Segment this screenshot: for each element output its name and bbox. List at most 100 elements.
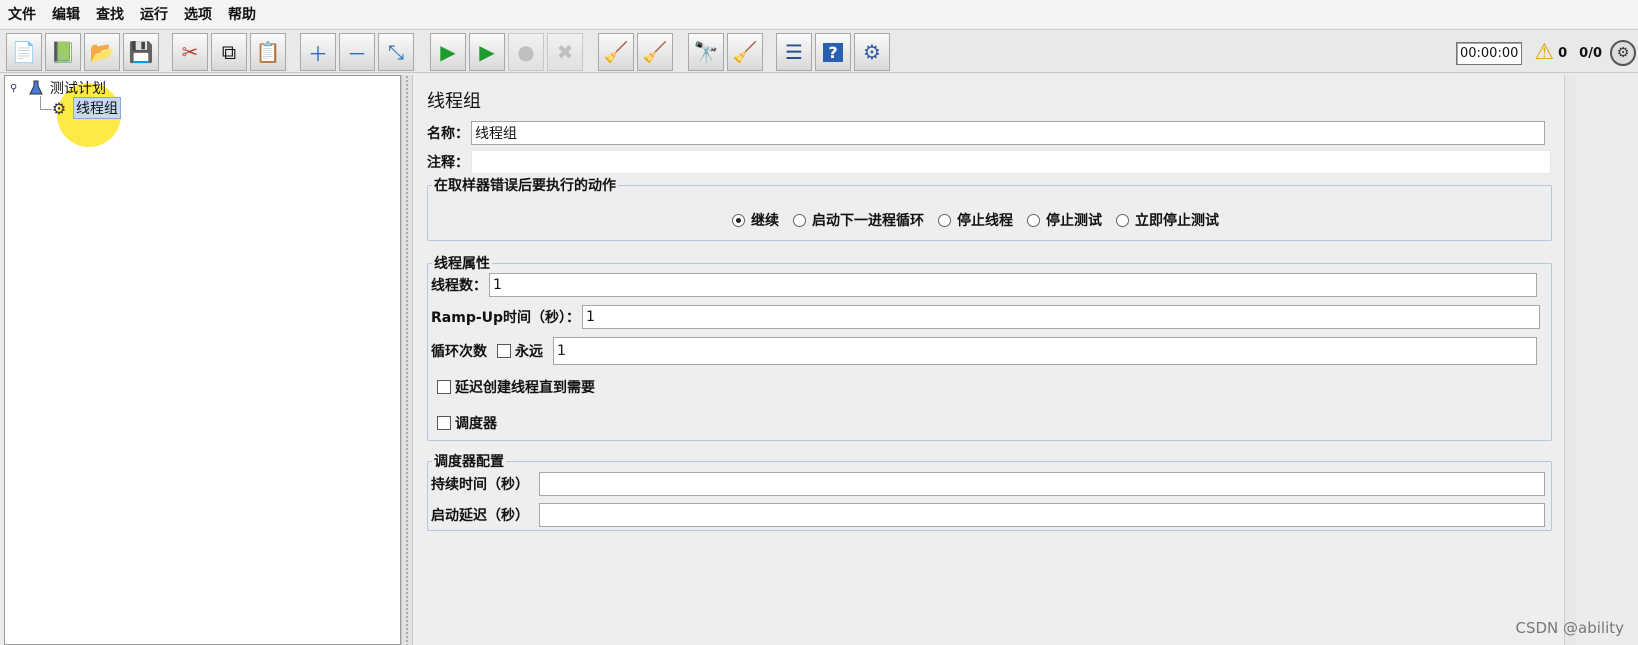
radio-label: 继续 [751, 213, 779, 229]
gear-icon: ⚙ [51, 98, 67, 118]
function-helper-button[interactable]: ☰ [776, 33, 812, 71]
radio-start-next-loop[interactable]: 启动下一进程循环 [793, 210, 924, 230]
menu-help[interactable]: 帮助 [228, 4, 256, 24]
delay-thread-row[interactable]: 延迟创建线程直到需要 [437, 377, 595, 397]
sampler-error-group: 在取样器错误后要执行的动作 [427, 175, 1552, 241]
open-button[interactable]: 📂 [84, 33, 120, 71]
test-plan-tree [4, 75, 401, 645]
start-no-pause-button[interactable]: ▶ [469, 33, 505, 71]
toolbar: 📄 📗 📂 💾 ✂ ⧉ 📋 ＋ － ⤡ ▶ ▶ ● ✖ 🧹 🧹 🔭 🧹 ☰ ? … [0, 29, 1638, 73]
start-icon: ▶ [440, 40, 456, 64]
tree-node-thread-group[interactable]: ⚙ 线程组 [51, 97, 121, 119]
open-icon: 📂 [89, 40, 115, 64]
new-icon: 📄 [11, 40, 37, 64]
comment-label: 注释： [427, 155, 469, 171]
scheduler-config-title: 调度器配置 [434, 454, 504, 470]
expand-button[interactable]: ＋ [300, 33, 336, 71]
duration-input[interactable] [539, 472, 1545, 496]
paste-button[interactable]: 📋 [250, 33, 286, 71]
menu-file[interactable]: 文件 [8, 4, 36, 24]
start-button[interactable]: ▶ [430, 33, 466, 71]
toolbar-file-group: 📄 📗 📂 💾 [6, 33, 162, 71]
clear-button[interactable]: 🧹 [598, 33, 634, 71]
watermark-text: CSDN @ability [1515, 619, 1624, 637]
rampup-label: Ramp-Up时间（秒）： [431, 310, 581, 326]
radio-continue[interactable]: 继续 [732, 210, 779, 230]
stop-button[interactable]: ● [508, 33, 544, 71]
shutdown-button[interactable]: ✖ [547, 33, 583, 71]
comment-row: 注释： [427, 150, 1551, 174]
startup-delay-label: 启动延迟（秒） [431, 508, 529, 524]
forever-checkbox[interactable] [497, 344, 511, 358]
startup-delay-input[interactable] [539, 503, 1545, 527]
remote-icon: ⚙ [863, 40, 881, 64]
templates-icon: 📗 [50, 40, 76, 64]
radio-icon [1116, 213, 1129, 227]
delay-thread-checkbox[interactable] [437, 380, 451, 394]
copy-button[interactable]: ⧉ [211, 33, 247, 71]
thread-count: 0/0 [1579, 45, 1602, 61]
loop-label: 循环次数 [431, 344, 487, 360]
threads-input[interactable] [489, 273, 1537, 297]
menu-search[interactable]: 查找 [96, 4, 124, 24]
clear-all-button[interactable]: 🧹 [637, 33, 673, 71]
search-button[interactable]: 🔭 [688, 33, 724, 71]
name-input[interactable] [471, 121, 1545, 145]
thread-properties-title: 线程属性 [434, 256, 490, 272]
jmeter-window: 文件 编辑 查找 运行 选项 帮助 📄 📗 📂 💾 ✂ ⧉ 📋 ＋ － ⤡ ▶ … [0, 0, 1638, 645]
tree-node-test-plan[interactable]: ⚲ 测试计划 [10, 78, 106, 98]
start-no-pause-icon: ▶ [479, 40, 495, 64]
help-icon: ? [823, 42, 843, 62]
menu-edit[interactable]: 编辑 [52, 4, 80, 24]
scheduler-checkbox[interactable] [437, 416, 451, 430]
scheduler-label: 调度器 [455, 416, 497, 432]
rampup-input[interactable] [582, 305, 1541, 329]
vertical-scrollbar[interactable] [1564, 75, 1576, 645]
loop-input[interactable] [553, 337, 1537, 365]
expand-icon: ＋ [308, 41, 328, 66]
radio-stop-test[interactable]: 停止测试 [1027, 210, 1102, 230]
threads-label: 线程数： [431, 278, 487, 294]
templates-button[interactable]: 📗 [45, 33, 81, 71]
clear-icon: 🧹 [603, 40, 629, 64]
warning-icon[interactable]: ⚠ [1534, 42, 1554, 64]
toolbar-edit-group: ✂ ⧉ 📋 [172, 33, 289, 71]
collapse-button[interactable]: － [339, 33, 375, 71]
tree-node-label: 测试计划 [50, 81, 106, 97]
radio-stop-test-now[interactable]: 立即停止测试 [1116, 210, 1219, 230]
split-pane-divider[interactable] [401, 75, 413, 645]
name-label: 名称： [427, 126, 469, 142]
rampup-row: Ramp-Up时间（秒）： [431, 305, 1541, 329]
paste-icon: 📋 [255, 40, 281, 64]
status-area: 00:00:00 ⚠ 0 0/0 ⚙ [1455, 38, 1636, 68]
reset-search-button[interactable]: 🧹 [727, 33, 763, 71]
function-helper-icon: ☰ [785, 40, 803, 64]
elapsed-timer: 00:00:00 [1455, 41, 1523, 65]
copy-icon: ⧉ [221, 40, 237, 64]
thread-group-editor: 线程组 名称： 注释： 在取样器错误后要执行的动作 继续 启动下一进程循环 停止… [414, 75, 1564, 645]
new-button[interactable]: 📄 [6, 33, 42, 71]
help-button[interactable]: ? [815, 33, 851, 71]
toolbar-clear-group: 🧹 🧹 [598, 33, 676, 71]
radio-label: 停止线程 [957, 213, 1013, 229]
radio-icon [1027, 213, 1040, 227]
radio-icon [793, 213, 806, 227]
menu-run[interactable]: 运行 [140, 4, 168, 24]
save-button[interactable]: 💾 [123, 33, 159, 71]
menubar: 文件 编辑 查找 运行 选项 帮助 [0, 0, 1638, 28]
menu-options[interactable]: 选项 [184, 4, 212, 24]
duration-label: 持续时间（秒） [431, 477, 529, 493]
cut-button[interactable]: ✂ [172, 33, 208, 71]
remote-button[interactable]: ⚙ [854, 33, 890, 71]
comment-input[interactable] [471, 150, 1551, 174]
scheduler-row[interactable]: 调度器 [437, 413, 497, 433]
running-status-icon: ⚙ [1610, 40, 1636, 66]
toggle-button[interactable]: ⤡ [378, 33, 414, 71]
radio-label: 启动下一进程循环 [812, 213, 924, 229]
radio-stop-thread[interactable]: 停止线程 [938, 210, 1013, 230]
duration-row: 持续时间（秒） [431, 472, 1545, 496]
toggle-icon: ⤡ [388, 40, 404, 64]
toolbar-tree-group: ＋ － ⤡ [300, 33, 417, 71]
tree-expand-icon[interactable]: ⚲ [10, 83, 20, 94]
startup-delay-row: 启动延迟（秒） [431, 503, 1545, 527]
